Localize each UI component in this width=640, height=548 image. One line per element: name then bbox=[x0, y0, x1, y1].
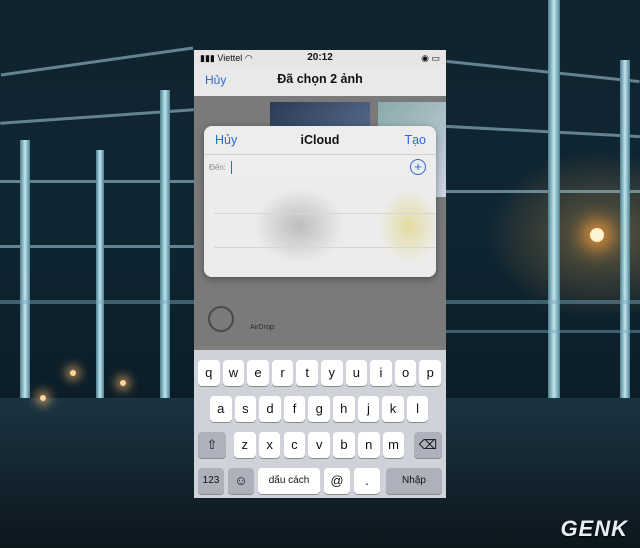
key-m[interactable]: m bbox=[382, 432, 405, 458]
key-v[interactable]: v bbox=[308, 432, 330, 458]
status-time: 20:12 bbox=[307, 52, 333, 63]
key-o[interactable]: o bbox=[394, 360, 417, 386]
genk-watermark: GENK bbox=[560, 516, 628, 541]
key-l[interactable]: l bbox=[406, 396, 429, 422]
share-sheet-header: Hủy Đã chọn 2 ảnh bbox=[194, 66, 446, 97]
blurred-content bbox=[204, 181, 436, 277]
numbers-key[interactable]: 123 bbox=[198, 468, 224, 494]
key-i[interactable]: i bbox=[370, 360, 392, 386]
key-a[interactable]: a bbox=[210, 396, 232, 422]
key-g[interactable]: g bbox=[308, 396, 330, 422]
plus-circle-icon[interactable]: + bbox=[410, 159, 426, 175]
key-t[interactable]: t bbox=[296, 360, 318, 386]
share-sheet-title: Đã chọn 2 ảnh bbox=[277, 72, 363, 86]
key-u[interactable]: u bbox=[345, 360, 368, 386]
key-c[interactable]: c bbox=[283, 432, 306, 458]
key-d[interactable]: d bbox=[259, 396, 281, 422]
battery-icon: ◉ ▭ bbox=[421, 53, 440, 63]
shift-icon[interactable]: ⇧ bbox=[198, 432, 226, 458]
key-y[interactable]: y bbox=[321, 360, 343, 386]
key-r[interactable]: r bbox=[271, 360, 294, 386]
icloud-dialog-title: iCloud bbox=[300, 133, 340, 147]
icloud-create-button[interactable]: Tạo bbox=[404, 133, 426, 147]
key-j[interactable]: j bbox=[357, 396, 380, 422]
key-q[interactable]: q bbox=[198, 360, 220, 386]
status-bar: ▮▮▮ Viettel ◠ 20:12 ◉ ▭ bbox=[194, 50, 446, 66]
keyboard: ⇧ ⌫ 123 ☺ dấu cách @ . Nhập qwertyuiop as… bbox=[194, 350, 446, 498]
key-k[interactable]: k bbox=[382, 396, 404, 422]
key-x[interactable]: x bbox=[258, 432, 281, 458]
recipient-field[interactable]: Đến: + bbox=[204, 154, 436, 182]
key-w[interactable]: w bbox=[222, 360, 245, 386]
emoji-icon[interactable]: ☺ bbox=[228, 468, 254, 494]
key-b[interactable]: b bbox=[333, 432, 355, 458]
return-key[interactable]: Nhập bbox=[386, 468, 442, 494]
key-p[interactable]: p bbox=[419, 360, 441, 386]
text-cursor bbox=[231, 161, 232, 174]
recipient-label: Đến: bbox=[209, 163, 226, 172]
key-e[interactable]: e bbox=[247, 360, 269, 386]
icloud-dialog: Hủy iCloud Tạo Đến: + bbox=[204, 126, 436, 277]
dot-key[interactable]: . bbox=[354, 468, 380, 494]
key-h[interactable]: h bbox=[333, 396, 355, 422]
airdrop-icon[interactable] bbox=[208, 306, 234, 332]
key-z[interactable]: z bbox=[234, 432, 256, 458]
key-f[interactable]: f bbox=[283, 396, 306, 422]
airdrop-label: AirDrop: bbox=[250, 324, 276, 331]
key-n[interactable]: n bbox=[358, 432, 380, 458]
icloud-dialog-header: Hủy iCloud Tạo bbox=[204, 126, 436, 154]
space-key[interactable]: dấu cách bbox=[258, 468, 320, 494]
at-key[interactable]: @ bbox=[324, 468, 350, 494]
key-s[interactable]: s bbox=[234, 396, 257, 422]
delete-icon[interactable]: ⌫ bbox=[414, 432, 442, 458]
